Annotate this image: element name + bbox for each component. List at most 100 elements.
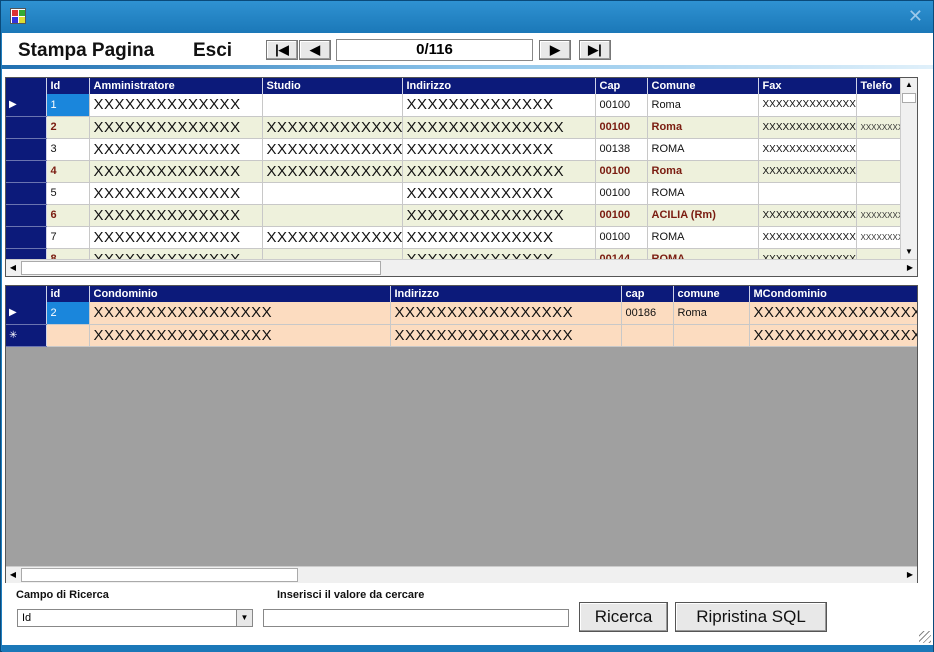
table-cell[interactable]: 00186 xyxy=(621,302,674,325)
row-header[interactable] xyxy=(6,138,47,161)
table-cell[interactable]: Roma xyxy=(647,94,759,117)
column-header[interactable]: Condominio xyxy=(89,286,391,302)
table-cell[interactable]: XXXXXXXXXXXXXX xyxy=(758,160,857,183)
table-cell[interactable]: 6 xyxy=(46,204,90,227)
table-cell[interactable]: XXXXXXXXXXXXXXX xyxy=(402,204,596,227)
table-cell[interactable]: ACILIA (Rm) xyxy=(647,204,759,227)
vertical-scrollbar[interactable]: ▲ ▼ xyxy=(900,78,917,259)
chevron-down-icon[interactable]: ▼ xyxy=(236,610,252,626)
table-cell[interactable]: XXXXXXXXXXXXXX xyxy=(89,204,263,227)
table-cell[interactable] xyxy=(46,324,90,347)
column-header[interactable]: Id xyxy=(46,78,90,94)
table-cell[interactable]: XXXXXXXXXXXXXXXXX xyxy=(89,302,391,325)
table-cell[interactable] xyxy=(856,94,907,117)
table-row[interactable]: 2 XXXXXXXXXXXXXX XXXXXXXXXXXXXX XXXXXXXX… xyxy=(6,116,907,139)
row-header[interactable] xyxy=(6,160,47,183)
prev-record-button[interactable]: ◀ xyxy=(299,40,331,60)
scroll-down-icon[interactable]: ▼ xyxy=(902,245,916,259)
table-cell[interactable]: XXXXXXXXXXXXXX xyxy=(262,226,403,249)
table-cell[interactable]: XXXXXXXXXXXXXXXXX xyxy=(390,324,622,347)
table-cell[interactable]: 00138 xyxy=(595,138,648,161)
table-cell[interactable]: XXXXXXXXXXXXXX xyxy=(89,116,263,139)
table-cell[interactable]: XXXXXXXXXXXX xyxy=(856,226,907,249)
table-cell[interactable]: XXXXXXXXXXXXXX xyxy=(402,182,596,205)
column-header[interactable]: id xyxy=(46,286,90,302)
table-row[interactable]: ▶ 1 XXXXXXXXXXXXXX XXXXXXXXXXXXXX 00100 … xyxy=(6,94,907,117)
resize-grip-icon[interactable] xyxy=(919,631,931,643)
horizontal-scrollbar[interactable]: ◀ ▶ xyxy=(6,259,917,276)
administrators-grid[interactable]: Id Amministratore Studio Indirizzo Cap C… xyxy=(5,77,918,277)
scroll-left-icon[interactable]: ◀ xyxy=(6,568,20,582)
table-cell[interactable]: XXXXXXXXXXXXXX xyxy=(402,94,596,117)
table-cell[interactable]: 00100 xyxy=(595,116,648,139)
current-row-indicator[interactable]: ▶ xyxy=(6,94,47,117)
search-field-select[interactable]: Id ▼ xyxy=(17,609,253,627)
row-header[interactable] xyxy=(6,182,47,205)
close-icon[interactable]: ✕ xyxy=(908,6,923,27)
table-cell[interactable]: ROMA xyxy=(647,138,759,161)
table-cell[interactable]: Roma xyxy=(647,116,759,139)
column-header[interactable]: Indirizzo xyxy=(390,286,622,302)
scroll-left-icon[interactable]: ◀ xyxy=(6,261,20,275)
condomini-grid[interactable]: id Condominio Indirizzo cap comune MCond… xyxy=(5,285,918,583)
table-cell[interactable]: 00100 xyxy=(595,182,648,205)
column-header[interactable]: Cap xyxy=(595,78,648,94)
horizontal-scrollbar[interactable]: ◀ ▶ xyxy=(6,566,917,583)
column-header[interactable]: Comune xyxy=(647,78,759,94)
table-cell[interactable] xyxy=(262,182,403,205)
table-cell[interactable]: XXXXXXXXXXXXXXX xyxy=(402,116,596,139)
table-cell[interactable]: XXXXXXXXXXXXXXXXX xyxy=(749,302,917,325)
table-cell[interactable]: XXXXXXXXXXXXXX xyxy=(262,160,403,183)
table-cell[interactable]: XXXXXXXXXXXXXX xyxy=(758,116,857,139)
table-cell[interactable]: XXXXXXXXXXXXXX xyxy=(402,226,596,249)
table-cell[interactable]: XXXXXXXXXXXX xyxy=(856,204,907,227)
table-cell[interactable] xyxy=(262,204,403,227)
table-cell[interactable] xyxy=(621,324,674,347)
table-cell[interactable]: XXXXXXXXXXXXXX xyxy=(262,116,403,139)
table-row[interactable]: ▶ 2 XXXXXXXXXXXXXXXXX XXXXXXXXXXXXXXXXX … xyxy=(6,302,917,325)
table-cell[interactable]: XXXXXXXXXXXX xyxy=(856,116,907,139)
row-header[interactable] xyxy=(6,226,47,249)
table-cell[interactable] xyxy=(856,182,907,205)
new-row[interactable]: ✳ XXXXXXXXXXXXXXXXX XXXXXXXXXXXXXXXXX XX… xyxy=(6,324,917,347)
scroll-thumb[interactable] xyxy=(21,261,381,275)
exit-button[interactable]: Esci xyxy=(193,40,232,62)
table-row[interactable]: 6 XXXXXXXXXXXXXX XXXXXXXXXXXXXXX 00100 A… xyxy=(6,204,907,227)
table-cell[interactable] xyxy=(673,324,750,347)
scroll-up-icon[interactable]: ▲ xyxy=(902,78,916,92)
table-cell[interactable] xyxy=(856,160,907,183)
table-row[interactable]: 4 XXXXXXXXXXXXXX XXXXXXXXXXXXXX XXXXXXXX… xyxy=(6,160,907,183)
table-row[interactable]: 3 XXXXXXXXXXXXXX XXXXXXXXXXXXXX XXXXXXXX… xyxy=(6,138,907,161)
new-row-icon[interactable]: ✳ xyxy=(6,324,47,347)
column-header[interactable]: cap xyxy=(621,286,674,302)
table-cell[interactable]: XXXXXXXXXXXXXX xyxy=(758,204,857,227)
scroll-thumb[interactable] xyxy=(21,568,298,582)
last-record-button[interactable]: ▶| xyxy=(579,40,611,60)
table-cell[interactable]: XXXXXXXXXXXXXXXXX xyxy=(749,324,917,347)
table-cell[interactable]: XXXXXXXXXXXXXX xyxy=(89,160,263,183)
table-row[interactable]: 7 XXXXXXXXXXXXXX XXXXXXXXXXXXXX XXXXXXXX… xyxy=(6,226,907,249)
table-cell[interactable]: XXXXXXXXXXXXXX xyxy=(89,138,263,161)
title-bar[interactable]: ✕ xyxy=(1,1,933,33)
table-cell[interactable]: XXXXXXXXXXXXXXXXX xyxy=(89,324,391,347)
table-row[interactable]: 5 XXXXXXXXXXXXXX XXXXXXXXXXXXXX 00100 RO… xyxy=(6,182,907,205)
first-record-button[interactable]: |◀ xyxy=(266,40,298,60)
column-header[interactable]: Studio xyxy=(262,78,403,94)
table-cell[interactable]: XXXXXXXXXXXXXX xyxy=(758,226,857,249)
table-cell[interactable]: ROMA xyxy=(647,226,759,249)
table-cell[interactable]: XXXXXXXXXXXXXX xyxy=(402,138,596,161)
scroll-thumb[interactable] xyxy=(902,93,916,103)
table-cell[interactable]: ROMA xyxy=(647,182,759,205)
table-cell[interactable] xyxy=(856,138,907,161)
table-cell[interactable]: XXXXXXXXXXXXXX xyxy=(758,138,857,161)
table-cell[interactable]: 5 xyxy=(46,182,90,205)
table-cell[interactable]: 7 xyxy=(46,226,90,249)
table-cell[interactable]: XXXXXXXXXXXXXXXXX xyxy=(390,302,622,325)
next-record-button[interactable]: ▶ xyxy=(539,40,571,60)
table-cell[interactable]: Roma xyxy=(673,302,750,325)
table-cell[interactable]: XXXXXXXXXXXXXX xyxy=(262,138,403,161)
column-header[interactable]: Amministratore xyxy=(89,78,263,94)
table-cell[interactable]: 2 xyxy=(46,302,90,325)
table-cell[interactable]: 1 xyxy=(46,94,90,117)
row-header[interactable] xyxy=(6,204,47,227)
